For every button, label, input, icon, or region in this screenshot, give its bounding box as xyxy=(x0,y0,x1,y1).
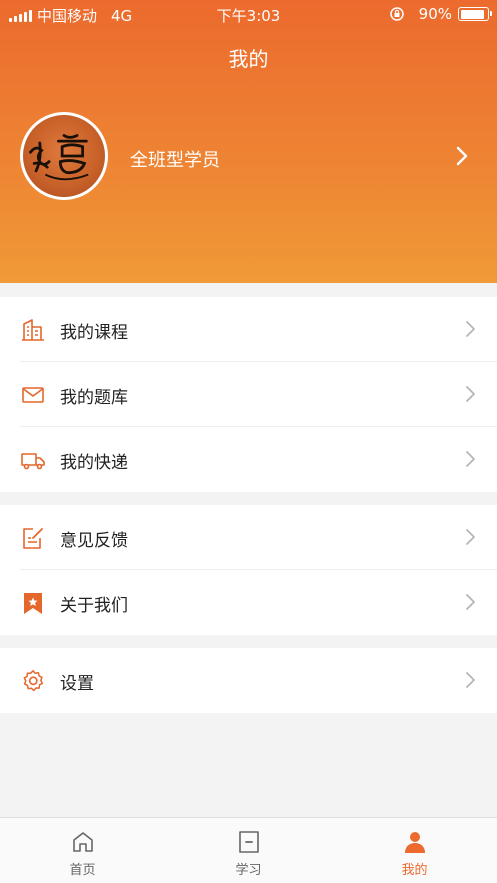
chevron-right-icon xyxy=(466,594,475,610)
study-icon xyxy=(239,831,259,853)
menu-item-label: 设置 xyxy=(60,674,94,694)
tab-label: 首页 xyxy=(69,863,96,878)
chevron-right-icon xyxy=(466,386,475,402)
tab-home[interactable]: 首页 xyxy=(0,818,165,883)
orientation-lock-icon xyxy=(389,7,404,21)
chevron-right-icon[interactable] xyxy=(452,145,472,167)
battery-percent: 90% xyxy=(418,5,452,23)
user-name[interactable]: 全班型学员 xyxy=(130,146,220,172)
gear-icon xyxy=(23,670,44,692)
menu-item-feedback[interactable]: 意见反馈 xyxy=(0,505,497,570)
menu-item-label: 我的快递 xyxy=(60,453,128,473)
building-icon xyxy=(22,319,44,341)
person-icon xyxy=(405,832,425,853)
chevron-right-icon xyxy=(466,672,475,688)
edit-icon xyxy=(23,528,43,549)
menu-item-label: 我的课程 xyxy=(60,323,128,343)
chevron-right-icon xyxy=(466,451,475,467)
battery-icon xyxy=(458,7,492,21)
avatar[interactable] xyxy=(20,112,108,200)
menu-group-about: 意见反馈 关于我们 xyxy=(0,505,497,635)
menu-item-label: 意见反馈 xyxy=(60,531,128,551)
tab-label: 学习 xyxy=(235,863,262,878)
mail-icon xyxy=(22,387,44,403)
menu-item-my-delivery[interactable]: 我的快递 xyxy=(0,427,497,492)
truck-icon xyxy=(21,453,45,470)
menu-item-settings[interactable]: 设置 xyxy=(0,648,497,713)
profile-header: 中国移动 4G 下午3:03 90% 我的 全班型学员 xyxy=(0,0,497,283)
chevron-right-icon xyxy=(466,529,475,545)
status-bar: 中国移动 4G 下午3:03 90% xyxy=(0,0,497,30)
tab-study[interactable]: 学习 xyxy=(166,818,331,883)
tab-label: 我的 xyxy=(401,863,428,878)
menu-item-about-us[interactable]: 关于我们 xyxy=(0,570,497,635)
bookmark-star-icon xyxy=(24,593,42,614)
menu-item-label: 关于我们 xyxy=(60,596,128,616)
menu-item-my-courses[interactable]: 我的课程 xyxy=(0,297,497,362)
tab-mine[interactable]: 我的 xyxy=(332,818,497,883)
menu-item-label: 我的题库 xyxy=(60,388,128,408)
menu-group-settings: 设置 xyxy=(0,648,497,713)
page-title: 我的 xyxy=(228,47,269,71)
tab-bar: 首页 学习 我的 xyxy=(0,817,497,883)
avatar-calligraphy-image xyxy=(29,134,89,181)
chevron-right-icon xyxy=(466,321,475,337)
menu-group-learning: 我的课程 我的题库 我的快递 xyxy=(0,297,497,492)
home-icon xyxy=(73,832,93,852)
menu-item-my-question-bank[interactable]: 我的题库 xyxy=(0,362,497,427)
